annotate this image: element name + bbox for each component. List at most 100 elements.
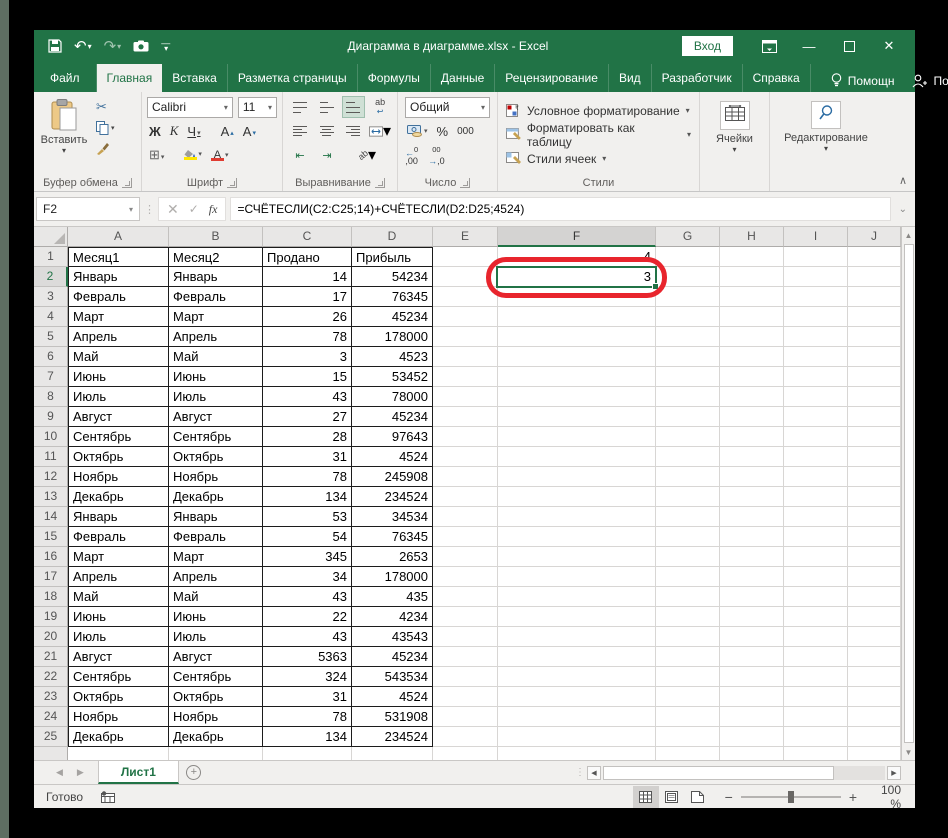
cell-C2[interactable]: 14 (263, 267, 352, 287)
cell-A16[interactable]: Март (68, 547, 169, 567)
cell-J22[interactable] (848, 667, 901, 687)
cell-A25[interactable]: Декабрь (68, 727, 169, 747)
cell-C1[interactable]: Продано (263, 247, 352, 267)
cell-B21[interactable]: Август (169, 647, 263, 667)
cell-B13[interactable]: Декабрь (169, 487, 263, 507)
cell-J11[interactable] (848, 447, 901, 467)
number-format-combo[interactable]: Общий ▾ (405, 96, 490, 118)
cell-D1[interactable]: Прибыль (352, 247, 433, 267)
cell-I8[interactable] (784, 387, 848, 407)
cell-I11[interactable] (784, 447, 848, 467)
cancel-entry-button[interactable]: ✕ (167, 201, 179, 218)
customize-qat-button[interactable]: — ▾ (161, 39, 170, 53)
cell-I25[interactable] (784, 727, 848, 747)
cell-C21[interactable]: 5363 (263, 647, 352, 667)
font-dialog-launcher[interactable] (227, 177, 238, 188)
cell-J5[interactable] (848, 327, 901, 347)
cell-D2[interactable]: 54234 (352, 267, 433, 287)
cell-F6[interactable] (498, 347, 656, 367)
cell-F11[interactable] (498, 447, 656, 467)
cell-I23[interactable] (784, 687, 848, 707)
cell-G7[interactable] (656, 367, 720, 387)
cell-A8[interactable]: Июль (68, 387, 169, 407)
cell-H24[interactable] (720, 707, 784, 727)
fill-color-button[interactable]: ▾ (182, 150, 204, 160)
cell-A11[interactable]: Октябрь (68, 447, 169, 467)
cell-styles-button[interactable]: Стили ячеек ▾ (506, 152, 691, 166)
column-header-H[interactable]: H (720, 227, 784, 247)
row-header-23[interactable]: 23 (34, 687, 68, 707)
assistant-button[interactable]: Помощн (831, 73, 894, 88)
scrollbar-grip[interactable]: ⋮ (575, 767, 585, 778)
row-header-21[interactable]: 21 (34, 647, 68, 667)
cell-D10[interactable]: 97643 (352, 427, 433, 447)
cell-B9[interactable]: Август (169, 407, 263, 427)
cell-B6[interactable]: Май (169, 347, 263, 367)
scroll-up-arrow[interactable]: ▲ (902, 227, 915, 243)
cell-C19[interactable]: 22 (263, 607, 352, 627)
redo-button[interactable]: ↷ ▾ (104, 37, 122, 55)
cell-J12[interactable] (848, 467, 901, 487)
tab-page-layout[interactable]: Разметка страницы (228, 64, 358, 92)
column-header-G[interactable]: G (656, 227, 720, 247)
row-header-7[interactable]: 7 (34, 367, 68, 387)
font-size-combo[interactable]: 11 ▾ (237, 96, 277, 118)
save-icon[interactable] (48, 39, 62, 53)
page-break-view-button[interactable] (685, 786, 711, 808)
cell-A12[interactable]: Ноябрь (68, 467, 169, 487)
decrease-decimal-button[interactable]: 00 →,0 (428, 145, 445, 165)
grow-font-button[interactable]: А ▴ (219, 124, 236, 139)
cell-J18[interactable] (848, 587, 901, 607)
cell-D20[interactable]: 43543 (352, 627, 433, 647)
cell-E19[interactable] (433, 607, 498, 627)
row-header-6[interactable]: 6 (34, 347, 68, 367)
undo-button[interactable]: ↶ ▾ (74, 37, 92, 55)
cell-B24[interactable]: Ноябрь (169, 707, 263, 727)
close-button[interactable]: ✕ (869, 31, 909, 61)
cell-F22[interactable] (498, 667, 656, 687)
vertical-scrollbar[interactable]: ▲ ▼ (901, 227, 915, 760)
row-header-16[interactable]: 16 (34, 547, 68, 567)
cell-E20[interactable] (433, 627, 498, 647)
cell-F16[interactable] (498, 547, 656, 567)
cell-H19[interactable] (720, 607, 784, 627)
cell-F12[interactable] (498, 467, 656, 487)
cell-C3[interactable]: 17 (263, 287, 352, 307)
cell-G21[interactable] (656, 647, 720, 667)
minimize-button[interactable]: — (789, 31, 829, 61)
cell-G26[interactable] (656, 747, 720, 760)
cell-I12[interactable] (784, 467, 848, 487)
macro-record-button[interactable] (101, 790, 116, 803)
align-left-button[interactable] (289, 121, 311, 141)
cell-F9[interactable] (498, 407, 656, 427)
cell-D19[interactable]: 4234 (352, 607, 433, 627)
cell-E2[interactable] (433, 267, 498, 287)
cell-F19[interactable] (498, 607, 656, 627)
cell-B23[interactable]: Октябрь (169, 687, 263, 707)
formula-input[interactable]: =СЧЁТЕСЛИ(C2:C25;14)+СЧЁТЕСЛИ(D2:D25;452… (230, 197, 891, 221)
cell-G9[interactable] (656, 407, 720, 427)
cell-A17[interactable]: Апрель (68, 567, 169, 587)
cell-F20[interactable] (498, 627, 656, 647)
cell-A23[interactable]: Октябрь (68, 687, 169, 707)
column-header-B[interactable]: B (169, 227, 263, 247)
cell-C24[interactable]: 78 (263, 707, 352, 727)
cell-E9[interactable] (433, 407, 498, 427)
font-color-button[interactable]: А ▾ (209, 149, 231, 161)
cell-E23[interactable] (433, 687, 498, 707)
row-header-25[interactable]: 25 (34, 727, 68, 747)
cell-E21[interactable] (433, 647, 498, 667)
camera-icon[interactable] (133, 40, 149, 52)
maximize-button[interactable] (829, 31, 869, 61)
insert-function-button[interactable]: fx (209, 202, 218, 217)
cell-G11[interactable] (656, 447, 720, 467)
cell-B16[interactable]: Март (169, 547, 263, 567)
cell-J17[interactable] (848, 567, 901, 587)
cell-H12[interactable] (720, 467, 784, 487)
cell-H14[interactable] (720, 507, 784, 527)
editing-button[interactable]: Редактирование ▾ (776, 95, 876, 174)
cell-G16[interactable] (656, 547, 720, 567)
shrink-font-button[interactable]: А ▾ (241, 124, 258, 139)
cell-G17[interactable] (656, 567, 720, 587)
cell-B12[interactable]: Ноябрь (169, 467, 263, 487)
